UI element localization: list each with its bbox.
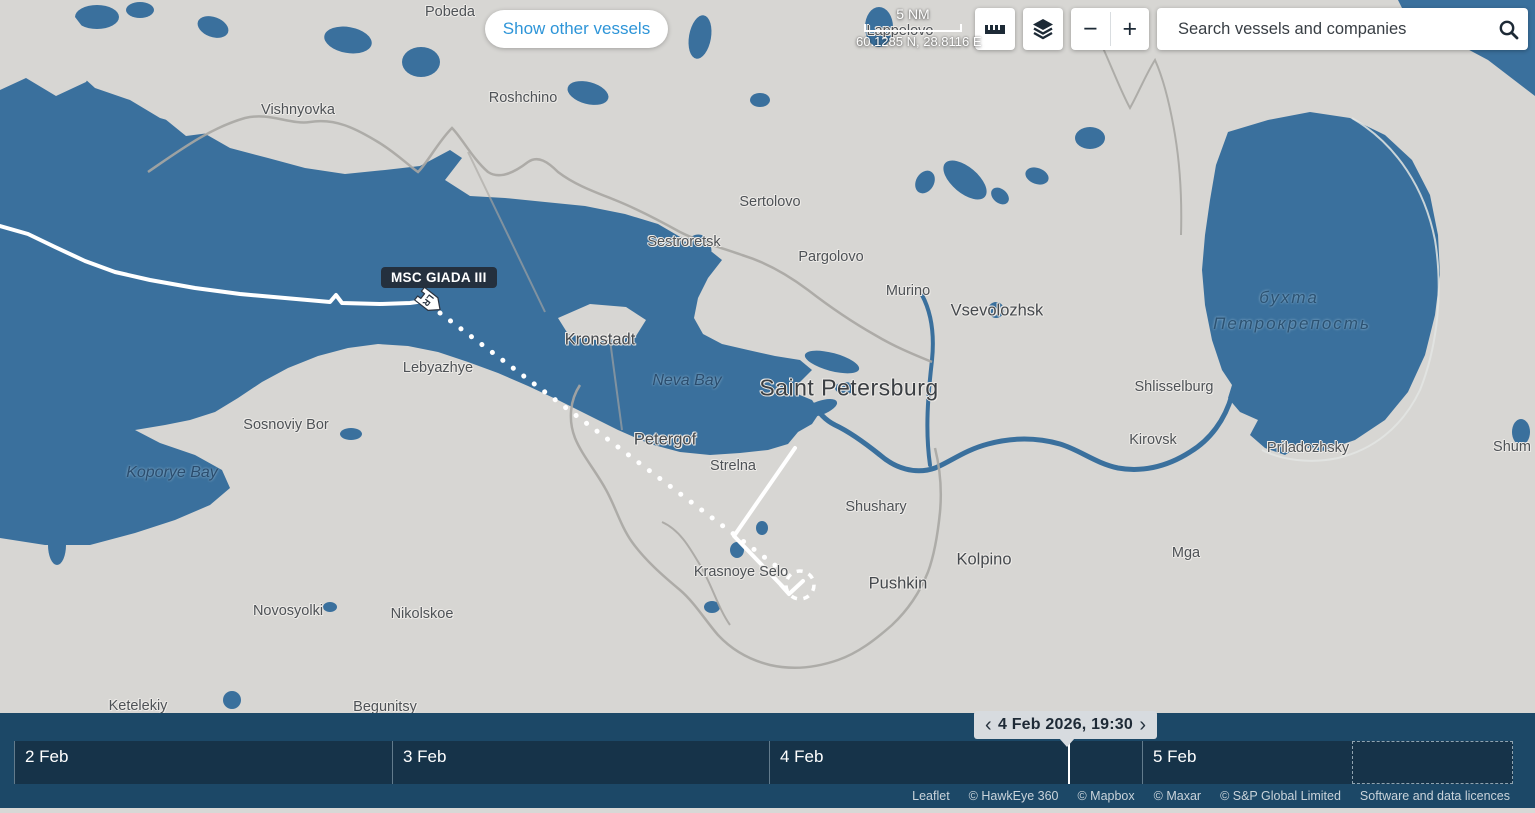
date-navigator-caret [1059,738,1075,747]
timeline-cell-label: 4 Feb [770,741,1142,767]
timeline-cell-label: 3 Feb [393,741,769,767]
scale-bar [864,24,962,32]
attribution-link[interactable]: © HawkEye 360 [969,789,1059,803]
attribution-link[interactable]: © S&P Global Limited [1220,789,1341,803]
scale-label: 5 NM [856,6,970,22]
ruler-icon [983,17,1007,41]
map-canvas[interactable]: LR [0,0,1535,813]
timeline-track[interactable]: 2 Feb3 Feb4 Feb5 Feb [0,741,1535,784]
attribution-link[interactable]: Leaflet [912,789,950,803]
current-datetime: 4 Feb 2026, 19:30 [998,716,1133,734]
scale-indicator: 5 NM 60.1285 N, 28.8116 E [856,6,970,49]
zoom-controls: − + [1071,8,1149,50]
next-timestep-button[interactable]: › [1139,714,1146,736]
search-icon[interactable] [1488,19,1528,40]
timeline-cell[interactable]: 2 Feb [14,741,392,784]
search-input[interactable] [1157,20,1488,39]
date-navigator: ‹ 4 Feb 2026, 19:30 › [974,711,1157,739]
timeline-cell-label: 5 Feb [1143,741,1352,767]
vessel-label[interactable]: MSC GIADA III [381,267,497,288]
prev-timestep-button[interactable]: ‹ [985,714,992,736]
layers-button[interactable] [1023,8,1063,50]
top-bar: Show other vessels 5 NM 60.1285 N, 28.81… [0,0,1535,60]
page-bottom-strip [0,808,1535,813]
search-bar [1157,8,1528,50]
timeline-cell[interactable]: 3 Feb [392,741,769,784]
map-attribution: Leaflet © HawkEye 360 © Mapbox © Maxar © S&P… [912,789,1510,803]
attribution-link[interactable]: © Mapbox [1077,789,1134,803]
zoom-in-button[interactable]: + [1111,8,1150,50]
timeline-cell[interactable] [1352,741,1513,784]
vessel-tracking-app: LR PobedaRoshchinoVishnyovkaLappelovoSer… [0,0,1535,813]
timeline-cell-label: 2 Feb [15,741,392,767]
zoom-out-button[interactable]: − [1071,8,1110,50]
cursor-coordinates: 60.1285 N, 28.8116 E [856,34,970,49]
timeline-cursor[interactable] [1068,741,1070,784]
show-other-vessels-button[interactable]: Show other vessels [485,10,668,48]
attribution-link[interactable]: © Maxar [1154,789,1201,803]
timeline-panel: 2 Feb3 Feb4 Feb5 Feb Leaflet © HawkEye 36… [0,713,1535,808]
layers-icon [1031,17,1055,41]
attribution-link[interactable]: Software and data licences [1360,789,1510,803]
timeline-cell[interactable]: 4 Feb [769,741,1142,784]
timeline-cell[interactable]: 5 Feb [1142,741,1352,784]
